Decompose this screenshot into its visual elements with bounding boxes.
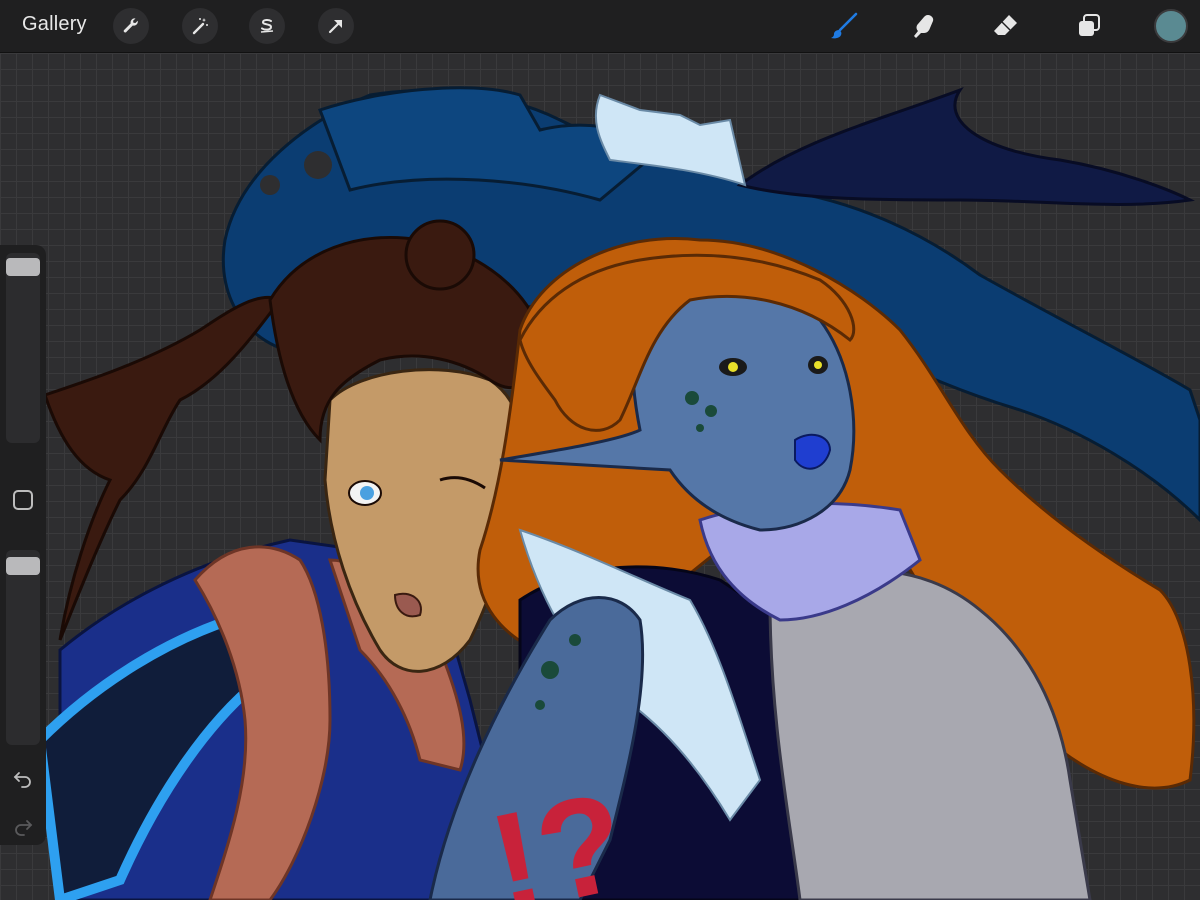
right-arm-mark: [569, 634, 581, 646]
smudge-finger-icon: [914, 15, 934, 38]
side-toolbar: [0, 245, 46, 845]
smudge-tool-button[interactable]: [907, 8, 943, 44]
left-eye-iris: [360, 486, 374, 500]
selection-button[interactable]: [249, 8, 285, 44]
hat-hole: [304, 151, 332, 179]
hat-feather: [736, 86, 1195, 206]
brush-icon: [831, 12, 858, 39]
undo-icon: [13, 772, 31, 788]
magic-wand-icon: [192, 18, 208, 35]
hat-hole: [260, 175, 280, 195]
top-toolbar: Gallery: [0, 0, 1200, 53]
modify-button[interactable]: [13, 490, 33, 510]
right-face-freckle: [696, 424, 704, 432]
wrench-icon: [123, 18, 138, 33]
arrow-cursor-icon: [328, 19, 343, 34]
drawing-canvas[interactable]: !?: [0, 53, 1200, 900]
color-picker-button[interactable]: [1154, 9, 1188, 43]
actions-button[interactable]: [113, 8, 149, 44]
artwork-illustration: !?: [34, 86, 1200, 900]
right-eye-glow: [728, 362, 738, 372]
eraser-tool-button[interactable]: [987, 8, 1023, 44]
transform-button[interactable]: [318, 8, 354, 44]
gallery-button[interactable]: Gallery: [22, 13, 87, 36]
right-arm-mark: [541, 661, 559, 679]
layers-icon: [1079, 14, 1100, 36]
left-hair-bun: [404, 219, 476, 291]
brush-tool-button[interactable]: [826, 8, 862, 44]
layers-button[interactable]: [1071, 8, 1107, 44]
undo-button[interactable]: [10, 765, 36, 791]
eraser-icon: [994, 15, 1017, 35]
right-face-freckle: [685, 391, 699, 405]
right-arm-mark: [535, 700, 545, 710]
redo-button[interactable]: [10, 813, 36, 839]
adjustments-button[interactable]: [182, 8, 218, 44]
right-eye-glow-2: [814, 361, 822, 369]
brush-size-slider[interactable]: [6, 253, 40, 443]
redo-icon: [15, 820, 33, 836]
opacity-slider[interactable]: [6, 550, 40, 745]
right-face-freckle: [705, 405, 717, 417]
brush-size-slider-thumb[interactable]: [6, 258, 40, 277]
selection-s-icon: [260, 18, 274, 33]
opacity-slider-thumb[interactable]: [6, 557, 40, 576]
